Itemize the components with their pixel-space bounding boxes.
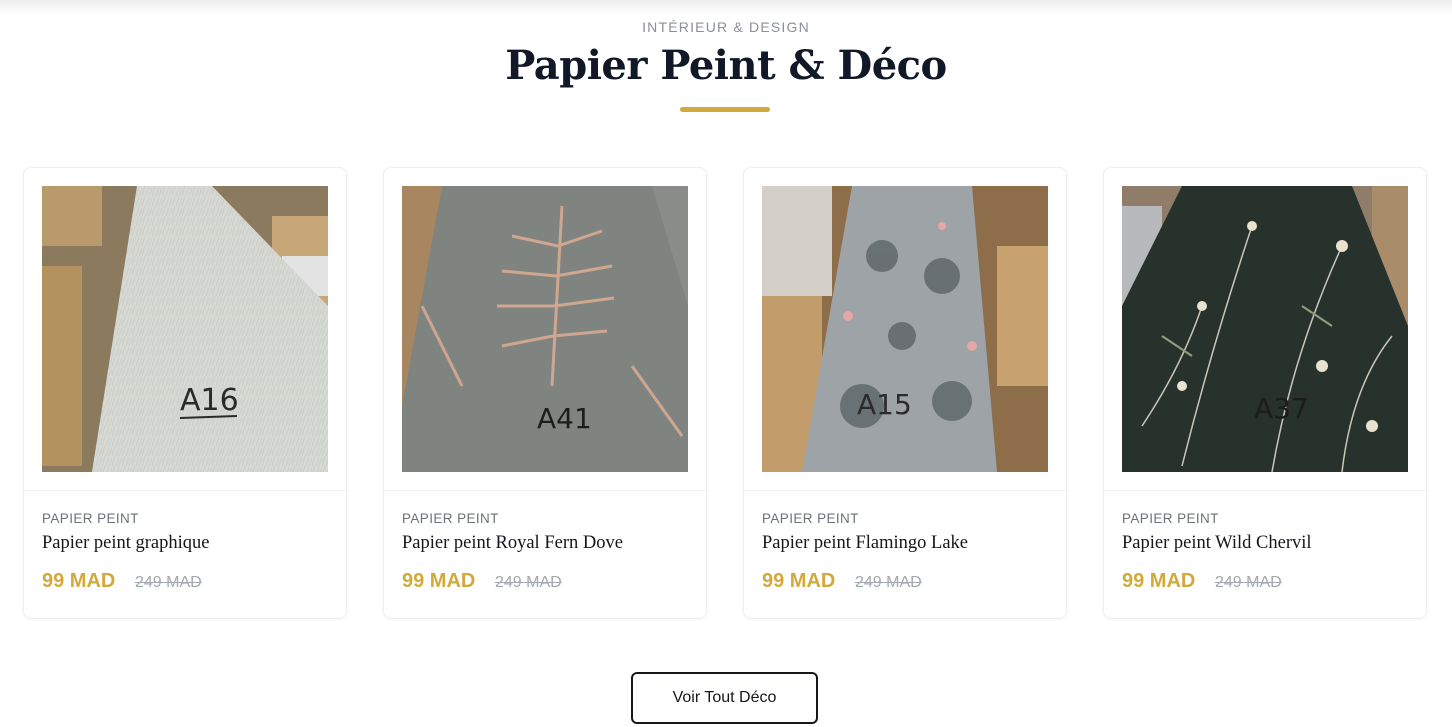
card-divider [24, 490, 346, 491]
product-card[interactable]: A15 PAPIER PEINT Papier peint Flamingo L… [743, 167, 1067, 619]
image-label: A37 [1254, 392, 1309, 425]
card-divider [384, 490, 706, 491]
product-name[interactable]: Papier peint Royal Fern Dove [402, 533, 623, 554]
view-all-deco-button[interactable]: Voir Tout Déco [631, 672, 818, 724]
product-category: PAPIER PEINT [402, 511, 499, 526]
product-category: PAPIER PEINT [1122, 511, 1219, 526]
product-price: 99 MAD [1122, 570, 1196, 592]
card-divider [1104, 490, 1426, 491]
product-name[interactable]: Papier peint Flamingo Lake [762, 533, 968, 554]
product-old-price: 249 MAD [1215, 574, 1282, 591]
product-price: 99 MAD [42, 570, 116, 592]
product-photo-graphic: A16 [42, 186, 328, 472]
product-name[interactable]: Papier peint graphique [42, 533, 209, 554]
product-card[interactable]: A37 PAPIER PEINT Papier peint Wild Cherv… [1103, 167, 1427, 619]
product-card[interactable]: A16 PAPIER PEINT Papier peint graphique … [23, 167, 347, 619]
product-old-price: 249 MAD [495, 574, 562, 591]
product-category: PAPIER PEINT [42, 511, 139, 526]
product-image[interactable]: A41 [402, 186, 688, 472]
image-label: A16 [180, 383, 239, 418]
product-price: 99 MAD [762, 570, 836, 592]
product-image[interactable]: A37 [1122, 186, 1408, 472]
product-name[interactable]: Papier peint Wild Chervil [1122, 533, 1312, 554]
title-underline [680, 107, 770, 112]
product-image[interactable]: A15 [762, 186, 1048, 472]
product-image[interactable]: A16 [42, 186, 328, 472]
section-title: Papier Peint & Déco [505, 42, 947, 89]
image-label: A41 [537, 402, 592, 435]
product-old-price: 249 MAD [135, 574, 202, 591]
product-price: 99 MAD [402, 570, 476, 592]
product-category: PAPIER PEINT [762, 511, 859, 526]
product-photo-chervil: A37 [1122, 186, 1408, 472]
section-kicker: INTÉRIEUR & DESIGN [642, 19, 810, 35]
product-card[interactable]: A41 PAPIER PEINT Papier peint Royal Fern… [383, 167, 707, 619]
card-divider [744, 490, 1066, 491]
product-old-price: 249 MAD [855, 574, 922, 591]
product-photo-fern: A41 [402, 186, 688, 472]
image-label: A15 [857, 388, 912, 421]
header-shadow [0, 0, 1452, 14]
product-photo-flamingo: A15 [762, 186, 1048, 472]
